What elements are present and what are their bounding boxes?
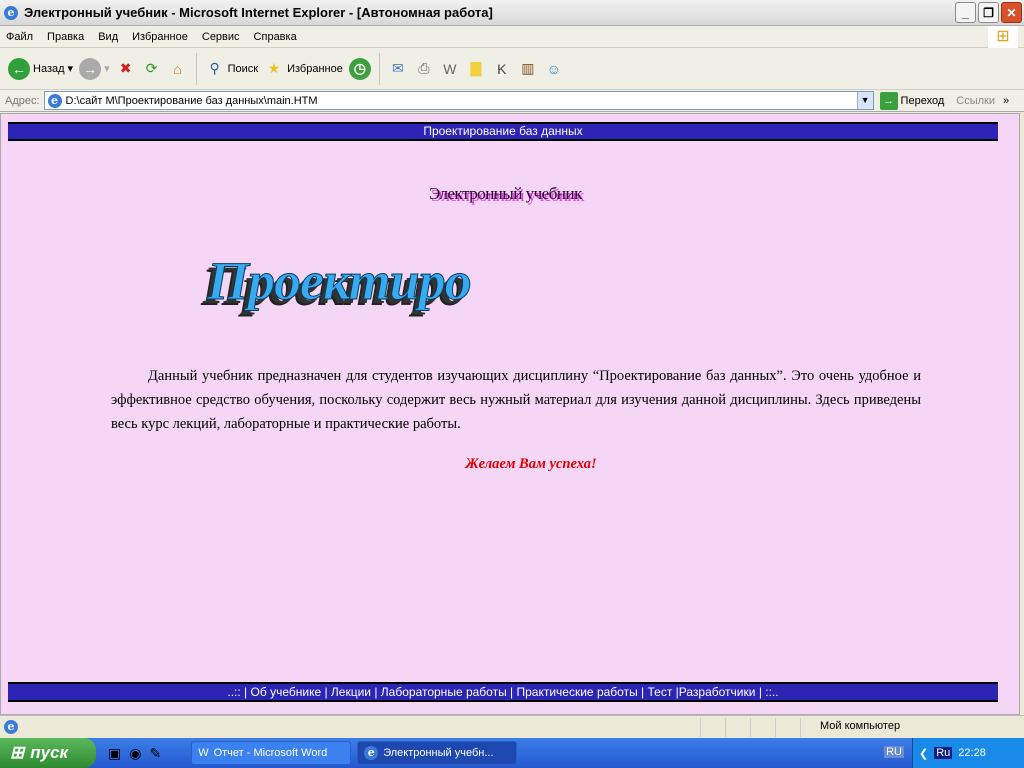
- status-cells: [700, 718, 825, 737]
- clock[interactable]: 22:28: [958, 747, 986, 759]
- keyboard-layout[interactable]: Ru: [934, 747, 953, 759]
- restore-button[interactable]: ❐: [978, 2, 999, 23]
- address-value: D:\сайт М\Проектирование баз данных\main…: [65, 94, 318, 107]
- ie-status-icon: e: [4, 720, 18, 734]
- history-icon[interactable]: ◷: [348, 57, 371, 80]
- start-button[interactable]: ⊞ пуск: [0, 738, 96, 768]
- status-bar: e Мой компьютер: [0, 715, 1024, 738]
- toolbar: ← Назад ▾ → ▾ ✖ ⟳ ⌂ ⚲ Поиск ★ Избранное ◷ ✉ ⎙…: [0, 48, 1024, 90]
- wish-text: Желаем Вам успеха!: [465, 456, 597, 472]
- quick-launch: ▣ ◉ ✎: [108, 745, 161, 762]
- search-label: Поиск: [227, 62, 259, 75]
- task-label: Отчет - Microsoft Word: [213, 747, 328, 759]
- back-arrow-icon: ←: [8, 57, 30, 80]
- back-button[interactable]: ← Назад ▾: [8, 57, 74, 80]
- stop-icon[interactable]: ✖: [116, 58, 136, 80]
- separator: [378, 52, 380, 85]
- research-icon[interactable]: ▥: [518, 58, 538, 80]
- menu-edit[interactable]: Правка: [47, 31, 84, 43]
- link-lectures[interactable]: Лекции: [331, 685, 371, 699]
- footer-nav: ..:: | Об учебнике | Лекции | Лабораторн…: [7, 681, 999, 703]
- menu-file[interactable]: Файл: [6, 31, 33, 43]
- home-icon[interactable]: ⌂: [168, 58, 188, 80]
- taskbar: ⊞ пуск ▣ ◉ ✎ W Отчет - Microsoft Word e Эле…: [0, 738, 1024, 768]
- back-label: Назад: [33, 62, 65, 75]
- minimize-button[interactable]: _: [955, 2, 976, 23]
- footer-deco: ..:: |: [227, 685, 248, 699]
- address-label: Адрес:: [5, 94, 40, 107]
- system-tray: ❮ Ru 22:28: [912, 738, 1024, 768]
- dropdown-icon[interactable]: ▾: [68, 62, 74, 75]
- links-button[interactable]: Ссылки: [956, 95, 995, 107]
- link-about[interactable]: Об учебнике: [251, 685, 322, 699]
- messenger-icon[interactable]: ☺: [544, 58, 564, 80]
- go-arrow-icon: →: [879, 91, 898, 110]
- close-button[interactable]: ✕: [1001, 2, 1022, 23]
- link-practice[interactable]: Практические работы: [517, 685, 638, 699]
- favorites-button[interactable]: ★ Избранное: [264, 58, 343, 80]
- note-icon[interactable]: ▇: [466, 58, 486, 80]
- address-bar: Адрес: e D:\сайт М\Проектирование баз да…: [0, 90, 1024, 112]
- windows-flag-icon: ⊞: [10, 743, 25, 762]
- intro-paragraph: Данный учебник предназначен для студенто…: [111, 368, 921, 432]
- menu-help[interactable]: Справка: [254, 31, 297, 43]
- separator: [195, 52, 197, 85]
- star-icon: ★: [267, 60, 281, 76]
- window-title: Электронный учебник - Microsoft Internet…: [24, 5, 493, 20]
- k-icon[interactable]: K: [492, 58, 512, 80]
- page-icon: e: [47, 93, 62, 108]
- search-icon: ⚲: [209, 60, 220, 76]
- language-indicator[interactable]: RU: [884, 746, 904, 758]
- refresh-icon[interactable]: ⟳: [142, 58, 162, 80]
- ie-icon: e: [4, 5, 18, 20]
- menu-favorites[interactable]: Избранное: [132, 31, 188, 43]
- forward-arrow-icon: →: [79, 57, 102, 80]
- print-icon[interactable]: ⎙: [414, 58, 434, 80]
- media-player-icon[interactable]: ◉: [129, 745, 141, 762]
- page-header: Проектирование баз данных: [7, 121, 999, 142]
- start-label: пуск: [30, 743, 69, 762]
- task-label: Электронный учебн...: [383, 747, 494, 759]
- dropdown-icon: ▾: [104, 63, 110, 75]
- task-ie[interactable]: e Электронный учебн...: [357, 741, 518, 765]
- mail-icon[interactable]: ✉: [388, 58, 408, 80]
- footer-deco: | ::..: [758, 685, 779, 699]
- windows-logo-icon: ⊞: [988, 26, 1018, 48]
- menu-view[interactable]: Вид: [98, 31, 118, 43]
- ie-icon: e: [364, 746, 379, 760]
- title-bar: e Электронный учебник - Microsoft Intern…: [0, 0, 1024, 26]
- link-labs[interactable]: Лабораторные работы: [381, 685, 507, 699]
- zone-label: Мой компьютер: [820, 720, 901, 732]
- subtitle: Электронный учебник: [429, 184, 582, 203]
- task-word[interactable]: W Отчет - Microsoft Word: [191, 741, 352, 765]
- address-dropdown[interactable]: ▼: [856, 92, 873, 109]
- animated-logo: Проектиро: [207, 251, 473, 312]
- chevron-icon[interactable]: »: [1003, 95, 1009, 107]
- tray-expand-icon[interactable]: ❮: [919, 747, 928, 760]
- search-button[interactable]: ⚲ Поиск: [205, 58, 258, 80]
- link-developers[interactable]: Разработчики: [679, 685, 756, 699]
- address-input[interactable]: e D:\сайт М\Проектирование баз данных\ma…: [43, 91, 874, 110]
- menu-bar: Файл Правка Вид Избранное Сервис Справка: [0, 26, 1024, 48]
- forward-button[interactable]: → ▾: [79, 57, 110, 80]
- go-button[interactable]: → Переход: [879, 91, 945, 110]
- word-icon: W: [198, 747, 209, 759]
- link-test[interactable]: Тест: [648, 685, 673, 699]
- app-icon[interactable]: ✎: [149, 745, 161, 762]
- menu-tools[interactable]: Сервис: [202, 31, 240, 43]
- app-icon[interactable]: ▣: [108, 745, 121, 762]
- edit-word-icon[interactable]: W: [440, 58, 460, 80]
- page-content: Проектирование баз данных Электронный уч…: [0, 113, 1020, 715]
- go-label: Переход: [900, 94, 945, 107]
- favorites-label: Избранное: [287, 62, 343, 75]
